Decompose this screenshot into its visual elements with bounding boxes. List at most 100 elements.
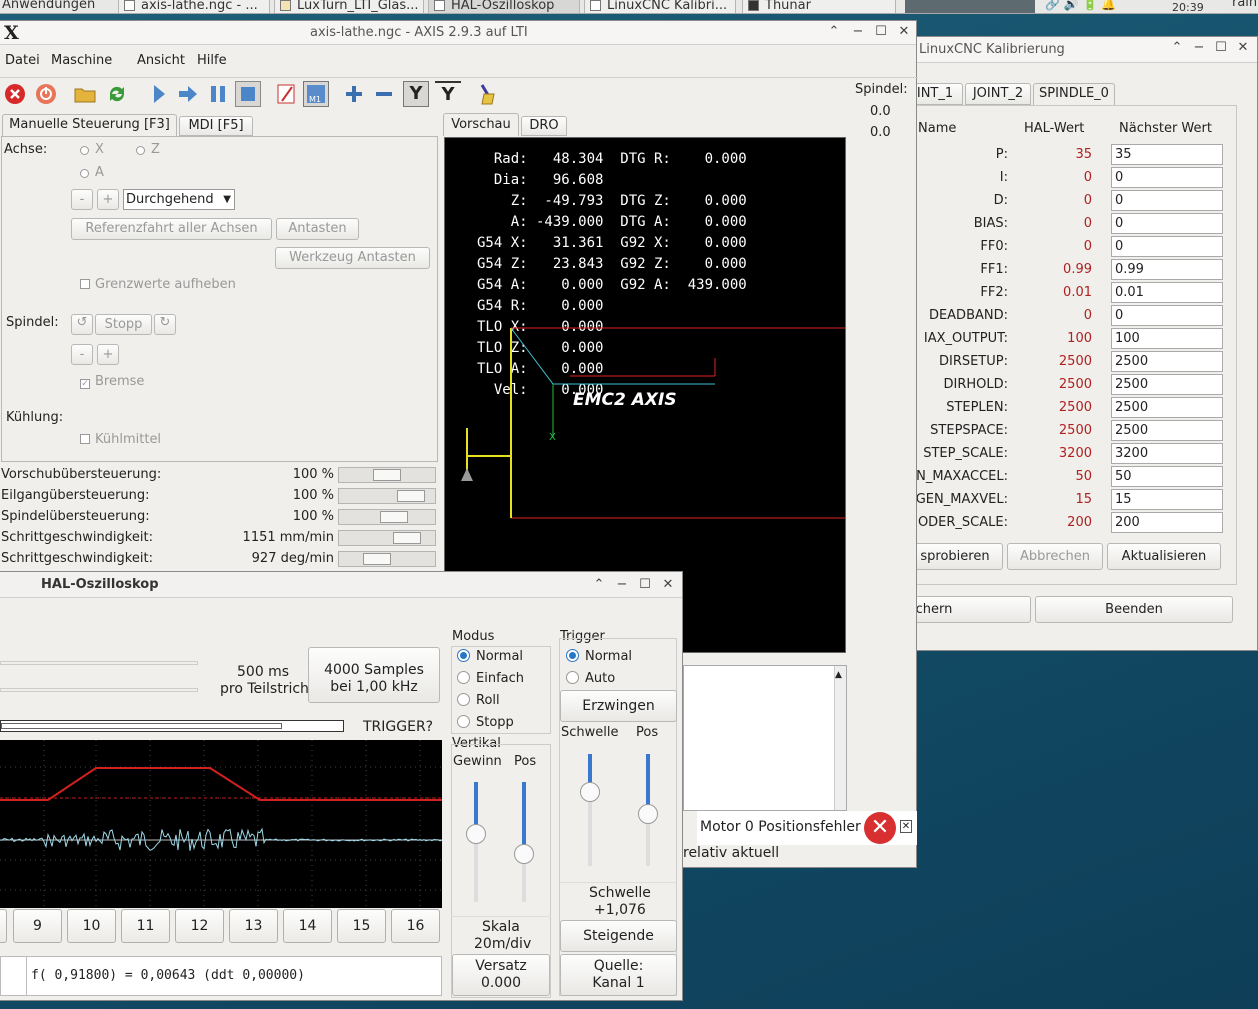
threshold-slider[interactable] <box>580 754 600 866</box>
modus-roll-radio[interactable]: Roll <box>457 693 500 708</box>
param-next-input[interactable]: 3200 <box>1111 443 1223 464</box>
override-slider[interactable] <box>338 488 436 504</box>
clear-plot-icon[interactable] <box>476 81 502 107</box>
slider-knob[interactable] <box>580 782 600 802</box>
coolant-checkbox[interactable]: Kühlmittel <box>80 432 161 447</box>
param-next-input[interactable]: 2500 <box>1111 420 1223 441</box>
param-next-input[interactable]: 15 <box>1111 489 1223 510</box>
param-next-input[interactable]: 0 <box>1111 190 1223 211</box>
axis-radio-x[interactable]: X <box>80 142 104 157</box>
channel-button[interactable]: 14 <box>283 909 332 943</box>
minimize-icon[interactable]: − <box>850 24 866 40</box>
param-next-input[interactable]: 2500 <box>1111 351 1223 372</box>
clock[interactable]: 20:39 <box>1172 1 1204 13</box>
applications-menu[interactable]: Anwendungen <box>0 0 112 13</box>
save-button[interactable]: ichern <box>907 596 1031 623</box>
param-next-input[interactable]: 0 <box>1111 236 1223 257</box>
edge-button[interactable]: Steigende <box>560 920 677 952</box>
param-next-input[interactable]: 2500 <box>1111 374 1223 395</box>
quit-button[interactable]: Beenden <box>1035 596 1233 623</box>
gcode-text-area[interactable]: ▲ <box>683 665 847 811</box>
minimize-icon[interactable]: − <box>1191 40 1207 56</box>
close-icon[interactable]: ✕ <box>660 577 676 593</box>
close-icon[interactable]: ✕ <box>1235 40 1251 56</box>
override-slider[interactable] <box>338 551 436 567</box>
user-name[interactable]: rain <box>1232 0 1257 10</box>
menu-maschine[interactable]: Maschine <box>51 53 112 68</box>
param-next-input[interactable]: 2500 <box>1111 397 1223 418</box>
power-icon[interactable] <box>33 81 59 107</box>
brake-checkbox[interactable]: ✓ Bremse <box>80 374 144 389</box>
param-next-input[interactable]: 0 <box>1111 305 1223 326</box>
scroll-up-icon[interactable]: ▲ <box>835 670 842 680</box>
channel-button[interactable]: 12 <box>175 909 224 943</box>
tab-joint-2[interactable]: JOINT_2 <box>965 83 1031 105</box>
shade-icon[interactable]: ⌃ <box>1169 40 1185 56</box>
scrollbar-horizontal[interactable] <box>0 688 198 692</box>
maximize-icon[interactable]: ☐ <box>637 577 653 593</box>
home-all-button[interactable]: Referenzfahrt aller Achsen <box>71 218 272 240</box>
tab-mdi[interactable]: MDI [F5] <box>179 116 253 136</box>
channel-button[interactable]: 16 <box>391 909 440 943</box>
trigger-auto-radio[interactable]: Auto <box>566 671 615 686</box>
try-button[interactable]: sprobieren <box>907 543 1003 570</box>
channel-button-8[interactable] <box>0 909 7 943</box>
slider-knob[interactable] <box>514 844 534 864</box>
touch-off-button[interactable]: Antasten <box>276 218 359 240</box>
shade-icon[interactable]: ⌃ <box>591 577 607 593</box>
view-y-icon[interactable]: Y <box>403 81 429 107</box>
calibration-titlebar[interactable]: LinuxCNC Kalibrierung ⌃ − ☐ ✕ <box>907 37 1257 63</box>
tab-spindle-0[interactable]: SPINDLE_0 <box>1033 83 1115 105</box>
spindle-minus-button[interactable]: - <box>71 344 93 365</box>
scrollbar-horizontal[interactable] <box>0 661 198 665</box>
stop-icon[interactable] <box>235 81 261 107</box>
view-y2-icon[interactable]: Y <box>435 81 461 107</box>
step-icon[interactable] <box>175 81 201 107</box>
menu-hilfe[interactable]: Hilfe <box>197 53 227 68</box>
zoom-in-icon[interactable] <box>341 81 367 107</box>
offset-button[interactable]: Versatz 0.000 <box>452 954 550 996</box>
shade-icon[interactable]: ⌃ <box>826 24 842 40</box>
estop-icon[interactable] <box>2 81 28 107</box>
channel-button[interactable]: 15 <box>337 909 386 943</box>
block-delete-icon[interactable] <box>274 81 300 107</box>
channel-button[interactable]: 10 <box>67 909 116 943</box>
channel-button[interactable]: 9 <box>13 909 62 943</box>
trigger-pos-slider[interactable] <box>638 754 658 866</box>
spindle-plus-button[interactable]: + <box>97 344 119 365</box>
close-icon[interactable]: ✕ <box>896 24 912 40</box>
trigger-normal-radio[interactable]: Normal <box>566 649 632 664</box>
slider-knob[interactable] <box>393 532 421 544</box>
slider-knob[interactable] <box>466 824 486 844</box>
axis-radio-z[interactable]: Z <box>136 142 160 157</box>
run-icon[interactable] <box>146 81 172 107</box>
param-next-input[interactable]: 100 <box>1111 328 1223 349</box>
tab-manual[interactable]: Manuelle Steuerung [F3] <box>2 114 177 136</box>
slider-knob[interactable] <box>397 490 425 502</box>
override-slider[interactable] <box>338 530 436 546</box>
override-limits-checkbox[interactable]: Grenzwerte aufheben <box>80 277 236 292</box>
samples-button[interactable]: 4000 Samples bei 1,00 kHz <box>308 647 440 703</box>
modus-stop-radio[interactable]: Stopp <box>457 715 514 730</box>
tool-touch-off-button[interactable]: Werkzeug Antasten <box>275 247 430 269</box>
close-icon[interactable]: ✕ <box>900 820 912 833</box>
spindle-stop-button[interactable]: Stopp <box>95 314 152 335</box>
tab-dro[interactable]: DRO <box>521 116 567 136</box>
override-slider[interactable] <box>338 509 436 525</box>
slider-knob[interactable] <box>373 469 401 481</box>
scope-titlebar[interactable]: HAL-Oszilloskop ⌃ − ☐ ✕ <box>0 572 682 598</box>
tab-preview[interactable]: Vorschau <box>443 113 519 136</box>
workspace-switcher[interactable] <box>905 0 1035 13</box>
param-next-input[interactable]: 0.01 <box>1111 282 1223 303</box>
pause-icon[interactable] <box>205 81 231 107</box>
spindle-cw-icon[interactable]: ↻ <box>154 314 176 335</box>
gain-slider[interactable] <box>466 782 486 902</box>
param-next-input[interactable]: 0 <box>1111 167 1223 188</box>
jog-mode-select[interactable]: Durchgehend ▼ <box>123 189 235 210</box>
override-slider[interactable] <box>338 467 436 483</box>
taskbar-item-scope[interactable]: HAL-Oszilloskop <box>428 0 580 13</box>
optional-stop-icon[interactable]: M1 <box>303 81 329 107</box>
reload-icon[interactable] <box>104 81 130 107</box>
cancel-button[interactable]: Abbrechen <box>1007 543 1103 570</box>
param-next-input[interactable]: 200 <box>1111 512 1223 533</box>
